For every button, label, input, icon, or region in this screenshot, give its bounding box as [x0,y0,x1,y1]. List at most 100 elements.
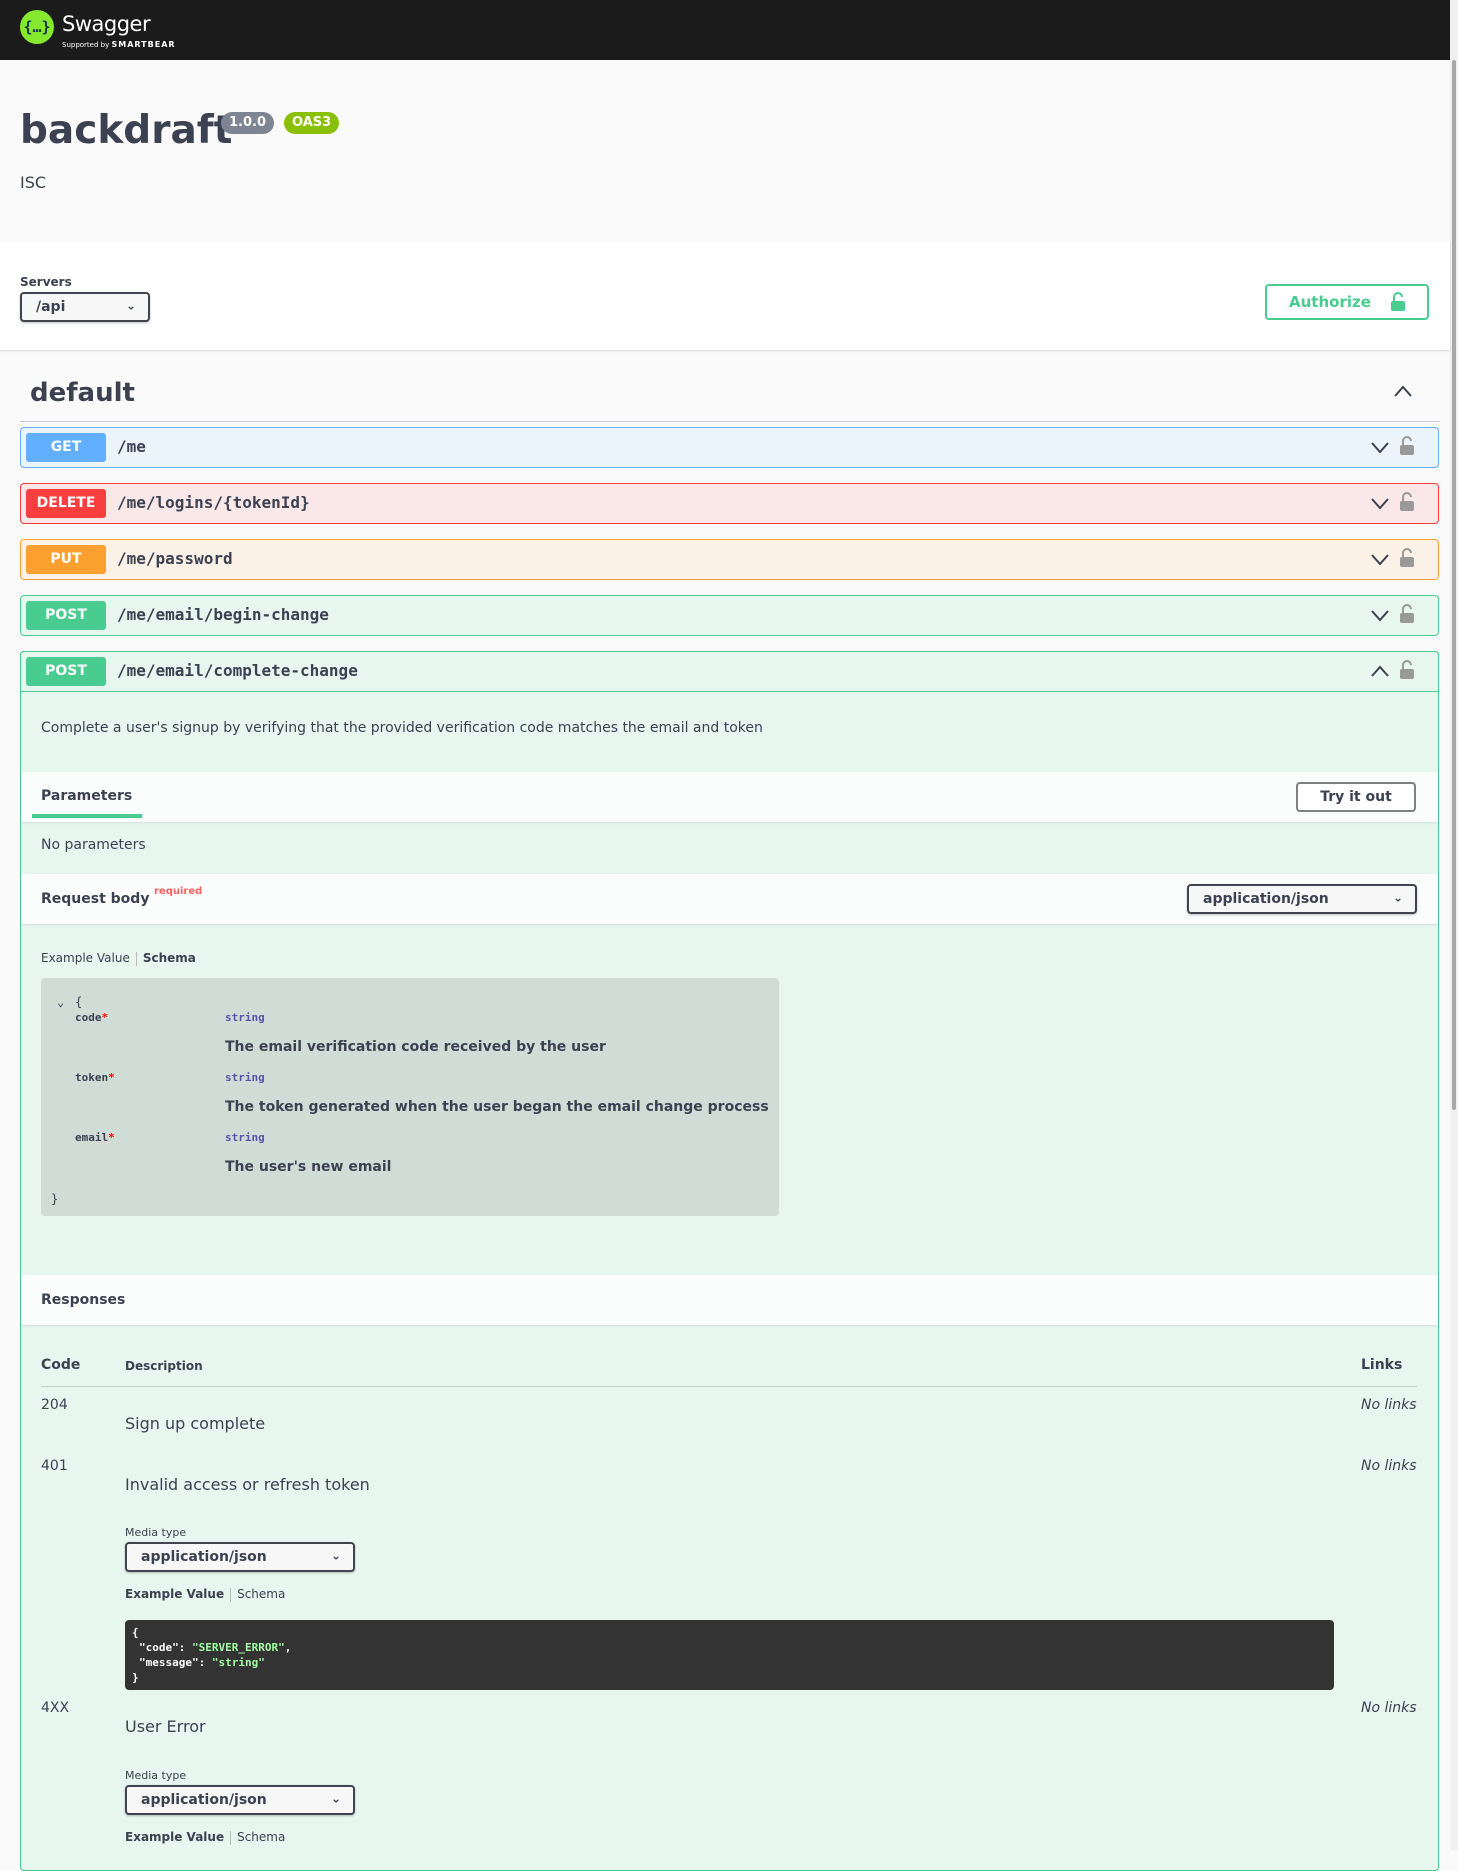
request-example-tabs: Example Value Schema [41,951,196,966]
chevron-down-icon: ⌄ [125,298,136,313]
request-body-label: Request body [41,891,150,907]
col-links: Links [1361,1357,1403,1373]
unlocked-icon[interactable] [1400,548,1414,568]
operation-path: /me/email/begin-change [117,605,329,624]
tab-example-value[interactable]: Example Value [125,1587,224,1601]
unlocked-icon [1391,292,1405,311]
response-description: Invalid access or refresh token [125,1475,370,1494]
property-description: The token generated when the user began … [225,1099,769,1115]
example-code-block: { "code": "SERVER_ERROR", "message": "st… [125,1620,1334,1690]
chevron-down-icon[interactable] [1370,552,1390,566]
response-media-type-select[interactable]: application/json ⌄ [125,1785,355,1815]
json-key: "message" [139,1656,199,1669]
tab-schema[interactable]: Schema [237,1587,285,1601]
col-code: Code [41,1357,81,1373]
no-parameters-text: No parameters [41,837,146,853]
supported-by-text: Supported by [62,41,110,49]
chevron-down-icon[interactable] [1370,496,1390,510]
operation-description: Complete a user's signup by verifying th… [41,720,763,736]
property-name: token* [75,1071,115,1084]
tag-divider [20,421,1440,422]
license-link[interactable]: ISC [20,173,46,192]
response-links: No links [1361,1458,1417,1474]
response-links: No links [1361,1397,1417,1413]
required-star: * [108,1131,115,1144]
opblock-put-password[interactable]: PUT /me/password [20,539,1439,580]
media-type-value: application/json [141,1792,267,1808]
method-badge: POST [26,601,106,630]
property-description: The email verification code received by … [225,1039,606,1055]
media-type-value: application/json [141,1549,267,1565]
property-type: string [225,1071,265,1084]
version-badge: 1.0.0 [221,112,275,134]
chevron-down-icon[interactable] [1370,608,1390,622]
col-description: Description [125,1359,203,1373]
tab-example-value[interactable]: Example Value [41,951,130,965]
response-description: User Error [125,1717,206,1736]
tab-separator [135,951,137,966]
opblock-delete-login[interactable]: DELETE /me/logins/{tokenId} [20,483,1439,524]
unlocked-icon[interactable] [1400,604,1414,624]
code-line: } [132,1671,139,1684]
tab-active-indicator [32,814,142,818]
response-code: 401 [41,1458,68,1474]
model-close-brace: } [51,1192,59,1206]
operation-path: /me/email/complete-change [117,661,358,680]
model-open-brace: { [75,995,83,1009]
code-line: { [132,1626,139,1639]
chevron-up-icon[interactable] [1393,384,1413,398]
api-info: backdraft 1.0.0 OAS3 ISC [0,60,1450,242]
tab-separator [230,1830,232,1845]
response-example-tabs: Example Value Schema [125,1587,285,1602]
response-example-tabs: Example Value Schema [125,1830,285,1845]
server-select[interactable]: /api ⌄ [20,292,150,322]
brand-name[interactable]: Swagger [62,12,151,36]
supported-org: SMARTBEAR [111,40,176,49]
operation-path: /me/password [117,549,233,568]
model-toggle-icon[interactable]: ⌄ [57,995,64,1009]
servers-label: Servers [20,275,72,289]
tab-parameters[interactable]: Parameters [41,788,132,804]
opblock-get-me[interactable]: GET /me [20,427,1439,468]
content-type-value: application/json [1203,891,1329,907]
response-code: 4XX [41,1700,70,1716]
tab-schema[interactable]: Schema [143,951,196,965]
property-type: string [225,1011,265,1024]
tab-schema[interactable]: Schema [237,1830,285,1844]
authorize-button[interactable]: Authorize [1265,284,1429,320]
json-string: "SERVER_ERROR" [192,1641,285,1654]
json-string: "string" [211,1656,265,1669]
brand-subtitle: Supported by SMARTBEAR [62,40,176,49]
required-marker: required [154,886,203,897]
tab-example-value[interactable]: Example Value [125,1830,224,1844]
response-code: 204 [41,1397,68,1413]
chevron-down-icon: ⌄ [330,1791,341,1806]
method-badge: POST [26,657,106,686]
unlocked-icon[interactable] [1400,436,1414,456]
scrollbar-thumb[interactable] [1452,60,1456,1110]
property-name-text: email [75,1131,109,1144]
method-badge: DELETE [26,489,106,518]
server-select-value: /api [36,299,66,315]
responses-label: Responses [41,1292,126,1308]
request-content-type-select[interactable]: application/json ⌄ [1187,884,1417,914]
chevron-down-icon[interactable] [1370,440,1390,454]
oas-badge: OAS3 [284,112,340,134]
chevron-up-icon[interactable] [1370,664,1390,678]
unlocked-icon[interactable] [1400,660,1414,680]
schemes-bar: Servers /api ⌄ Authorize [0,242,1450,350]
unlocked-icon[interactable] [1400,492,1414,512]
opblock-post-complete-change[interactable]: POST /me/email/complete-change [20,651,1439,692]
response-description: Sign up complete [125,1414,266,1433]
property-name-text: code [75,1011,102,1024]
try-it-out-button[interactable]: Try it out [1296,782,1416,812]
property-description: The user's new email [225,1159,392,1175]
swagger-logo-icon[interactable]: {…} [20,10,54,44]
property-name: code* [75,1011,108,1024]
response-media-type-select[interactable]: application/json ⌄ [125,1542,355,1572]
operation-path: /me [117,437,146,456]
opblock-post-begin-change[interactable]: POST /me/email/begin-change [20,595,1439,636]
tag-title[interactable]: default [30,378,135,408]
method-badge: PUT [26,545,106,574]
property-name-text: token [75,1071,109,1084]
